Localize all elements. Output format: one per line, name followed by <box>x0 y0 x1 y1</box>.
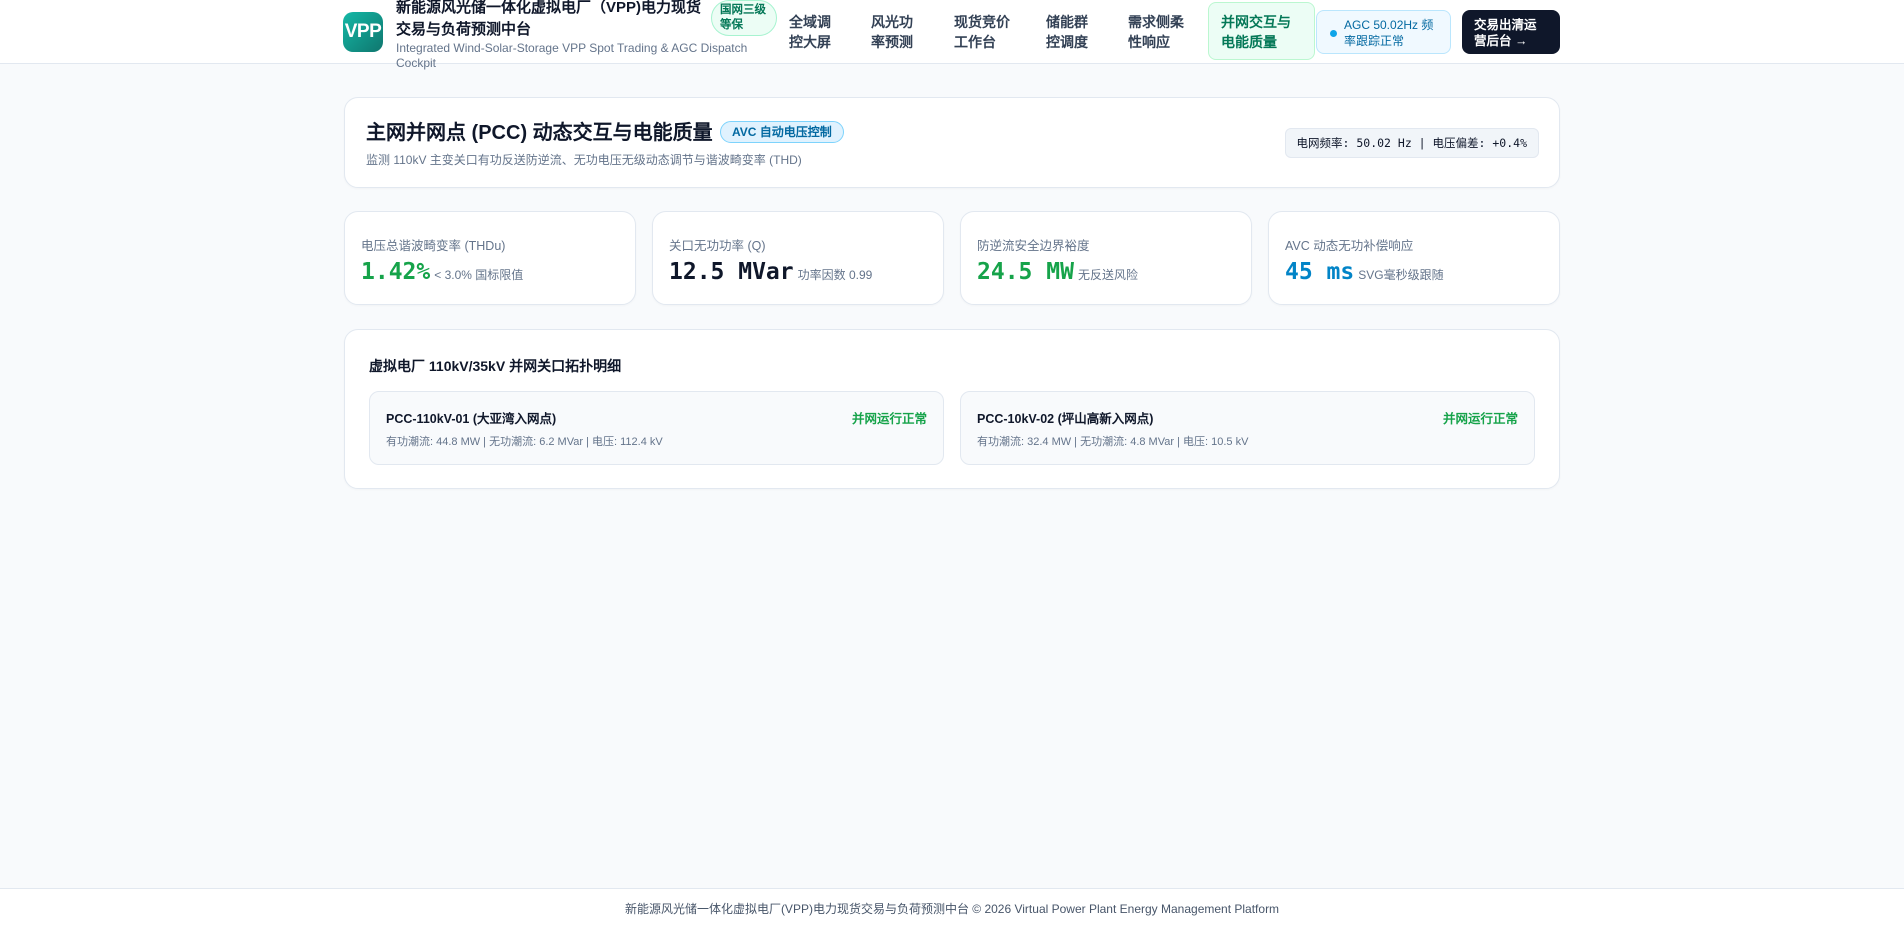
top-header: VPP 新能源风光储一体化虚拟电厂（VPP)电力现货交易与负荷预测中台 Inte… <box>0 0 1904 70</box>
pcc-name: PCC-10kV-02 (坪山高新入网点) <box>977 412 1154 426</box>
grid-frequency-readout: 电网频率: 50.02 Hz | 电压偏差: +0.4% <box>1284 128 1539 158</box>
kpi-label: 关口无功功率 (Q) <box>669 239 766 253</box>
nav-item-power-forecast[interactable]: 风光功率预测 <box>871 12 917 52</box>
kpi-value: 24.5 MW <box>977 259 1074 285</box>
kpi-value: 1.42% <box>361 259 431 285</box>
agc-status-indicator: AGC 50.02Hz 频率跟踪正常 <box>1316 10 1451 54</box>
kpi-value: 45 ms <box>1285 259 1355 285</box>
security-level-badge: 国网三级等保 <box>711 0 777 36</box>
nav-item-dispatch-screen[interactable]: 全域调控大屏 <box>789 12 835 52</box>
section-title: 虚拟电厂 110kV/35kV 并网关口拓扑明细 <box>369 358 622 374</box>
kpi-note: < 3.0% 国标限值 <box>434 268 524 282</box>
page-footer: 新能源风光储一体化虚拟电厂(VPP)电力现货交易与负荷预测中台 © 2026 V… <box>0 888 1904 929</box>
platform-subtitle: Integrated Wind-Solar-Storage VPP Spot T… <box>396 41 748 70</box>
trading-backend-button[interactable]: 交易出清运营后台 → <box>1462 10 1560 54</box>
kpi-card-avc-response: AVC 动态无功补偿响应 45 ms SVG毫秒级跟随 <box>1268 211 1560 305</box>
pcc-flow-detail: 有功潮流: 32.4 MW | 无功潮流: 4.8 MVar | 电压: 10.… <box>977 436 1249 448</box>
kpi-value: 12.5 MVar <box>669 259 794 285</box>
nav-item-demand-response[interactable]: 需求侧柔性响应 <box>1128 12 1188 52</box>
platform-title: 新能源风光储一体化虚拟电厂（VPP)电力现货交易与负荷预测中台 <box>396 0 702 38</box>
kpi-label: 电压总谐波畸变率 (THDu) <box>361 239 506 253</box>
page-description: 监测 110kV 主变关口有功反送防逆流、无功电压无级动态调节与谐波畸变率 (T… <box>366 153 802 167</box>
nav-item-grid-interaction[interactable]: 并网交互与电能质量 <box>1208 2 1315 60</box>
status-badge: 并网运行正常 <box>851 412 927 426</box>
kpi-card-thdu: 电压总谐波畸变率 (THDu) 1.42% < 3.0% 国标限值 <box>344 211 636 305</box>
pcc-topology-card: 虚拟电厂 110kV/35kV 并网关口拓扑明细 PCC-110kV-01 (大… <box>344 329 1560 489</box>
pcc-flow-detail: 有功潮流: 44.8 MW | 无功潮流: 6.2 MVar | 电压: 112… <box>386 436 663 448</box>
agc-status-text: AGC 50.02Hz 频率跟踪正常 <box>1344 18 1434 48</box>
pcc-overview-card: 主网并网点 (PCC) 动态交互与电能质量 AVC 自动电压控制 监测 110k… <box>344 97 1560 188</box>
kpi-label: AVC 动态无功补偿响应 <box>1285 239 1414 253</box>
kpi-card-reactive-power: 关口无功功率 (Q) 12.5 MVar 功率因数 0.99 <box>652 211 944 305</box>
nav-item-spot-bidding[interactable]: 现货竞价工作台 <box>954 12 1014 52</box>
pcc-name: PCC-110kV-01 (大亚湾入网点) <box>386 412 557 426</box>
status-badge: 并网运行正常 <box>1442 412 1518 426</box>
page-title: 主网并网点 (PCC) 动态交互与电能质量 <box>366 122 713 144</box>
kpi-label: 防逆流安全边界裕度 <box>977 239 1090 253</box>
kpi-card-backflow-margin: 防逆流安全边界裕度 24.5 MW 无反送风险 <box>960 211 1252 305</box>
pcc-item[interactable]: PCC-110kV-01 (大亚湾入网点) 并网运行正常 有功潮流: 44.8 … <box>369 391 944 465</box>
kpi-note: 功率因数 0.99 <box>797 268 873 282</box>
kpi-note: 无反送风险 <box>1077 268 1138 282</box>
kpi-note: SVG毫秒级跟随 <box>1358 268 1444 282</box>
pcc-item[interactable]: PCC-10kV-02 (坪山高新入网点) 并网运行正常 有功潮流: 32.4 … <box>960 391 1535 465</box>
nav-item-storage-dispatch[interactable]: 储能群控调度 <box>1046 12 1092 52</box>
status-dot-icon <box>1330 30 1337 37</box>
vpp-logo: VPP <box>343 12 383 52</box>
avc-badge: AVC 自动电压控制 <box>720 121 844 143</box>
